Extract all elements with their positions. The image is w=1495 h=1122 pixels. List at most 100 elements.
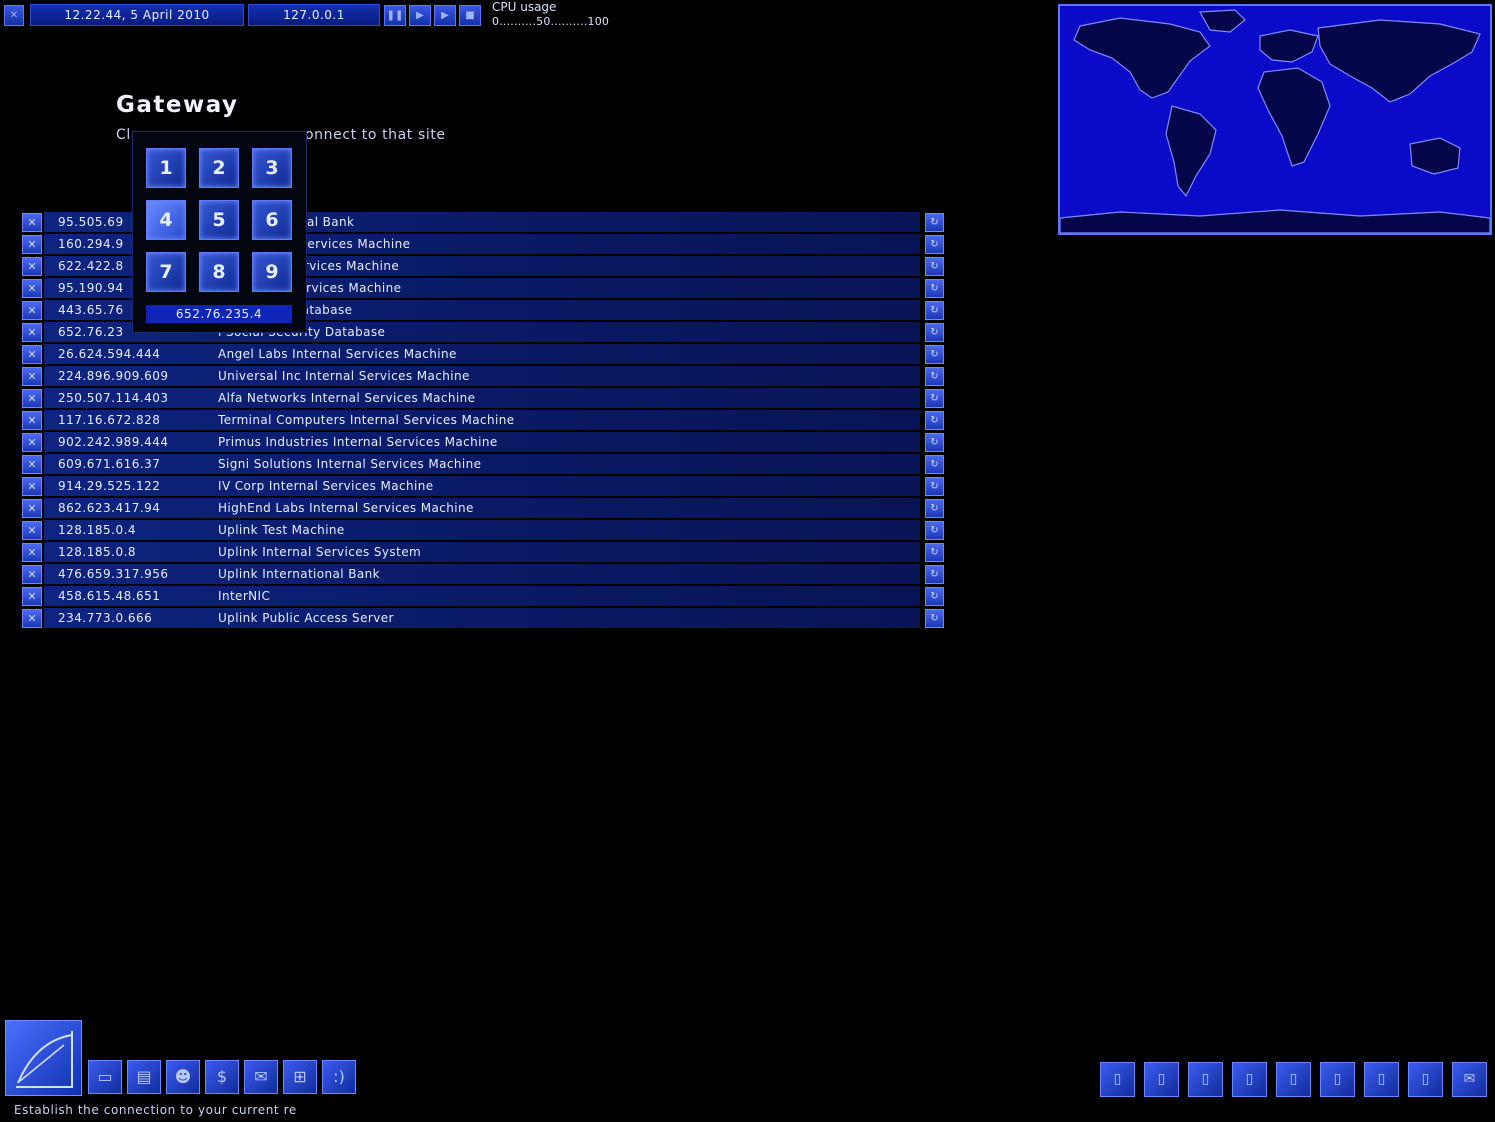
server-name[interactable]: Uplink Test Machine: [218, 523, 345, 537]
server-row[interactable]: ✕ 234.773.0.666 Uplink Public Access Serve…: [20, 607, 945, 629]
connect-icon[interactable]: ↻: [925, 477, 944, 496]
delete-link-icon[interactable]: ✕: [22, 587, 42, 606]
connect-icon[interactable]: ↻: [925, 543, 944, 562]
server-row[interactable]: ✕ 914.29.525.122 IV Corp Internal Services…: [20, 475, 945, 497]
server-row[interactable]: ✕ 862.623.417.94 HighEnd Labs Internal Ser…: [20, 497, 945, 519]
delete-link-icon[interactable]: ✕: [22, 279, 42, 298]
server-ip[interactable]: 862.623.417.94: [58, 501, 160, 515]
server-name[interactable]: Signi Solutions Internal Services Machin…: [218, 457, 481, 471]
server-name[interactable]: Terminal Computers Internal Services Mac…: [218, 413, 515, 427]
connect-icon[interactable]: ↻: [925, 433, 944, 452]
delete-link-icon[interactable]: ✕: [22, 323, 42, 342]
slot-5-icon[interactable]: ▯: [1276, 1062, 1311, 1097]
server-row[interactable]: ✕ 458.615.48.651 InterNIC ↻: [20, 585, 945, 607]
server-name[interactable]: HighEnd Labs Internal Services Machine: [218, 501, 474, 515]
delete-link-icon[interactable]: ✕: [22, 455, 42, 474]
slot-1-icon[interactable]: ▯: [1100, 1062, 1135, 1097]
connect-icon[interactable]: ↻: [925, 587, 944, 606]
server-row[interactable]: ✕ 117.16.672.828 Terminal Computers Intern…: [20, 409, 945, 431]
server-row-bar[interactable]: [44, 388, 920, 408]
connect-icon[interactable]: ↻: [925, 213, 944, 232]
hud-icon[interactable]: :): [322, 1060, 356, 1094]
slot-3-icon[interactable]: ▯: [1188, 1062, 1223, 1097]
delete-link-icon[interactable]: ✕: [22, 389, 42, 408]
connect-icon[interactable]: ↻: [925, 499, 944, 518]
delete-link-icon[interactable]: ✕: [22, 235, 42, 254]
server-row-bar[interactable]: [44, 476, 920, 496]
fast-forward-icon[interactable]: ▶: [434, 5, 456, 26]
connect-icon[interactable]: ↻: [925, 323, 944, 342]
server-ip[interactable]: 609.671.616.37: [58, 457, 160, 471]
connect-icon[interactable]: ↻: [925, 389, 944, 408]
server-ip[interactable]: 902.242.989.444: [58, 435, 169, 449]
server-ip[interactable]: 224.896.909.609: [58, 369, 169, 383]
server-ip[interactable]: 914.29.525.122: [58, 479, 160, 493]
delete-link-icon[interactable]: ✕: [22, 301, 42, 320]
delete-link-icon[interactable]: ✕: [22, 521, 42, 540]
server-ip[interactable]: 128.185.0.4: [58, 523, 136, 537]
keypad-key-3[interactable]: 3: [252, 148, 292, 188]
server-row-bar[interactable]: [44, 454, 920, 474]
keypad-key-2[interactable]: 2: [199, 148, 239, 188]
server-name[interactable]: Uplink International Bank: [218, 567, 380, 581]
connect-icon[interactable]: ↻: [925, 345, 944, 364]
server-ip[interactable]: 26.624.594.444: [58, 347, 160, 361]
server-name[interactable]: Uplink Internal Services System: [218, 545, 421, 559]
close-icon[interactable]: ✕: [4, 5, 24, 26]
email-icon[interactable]: ✉: [244, 1060, 278, 1094]
connect-icon[interactable]: ↻: [925, 521, 944, 540]
server-ip[interactable]: 652.76.23: [58, 325, 124, 339]
server-row-bar[interactable]: [44, 564, 920, 584]
server-row[interactable]: ✕ 902.242.989.444 Primus Industries Intern…: [20, 431, 945, 453]
localhost-ip-display[interactable]: 127.0.0.1: [248, 4, 380, 26]
keypad-key-9[interactable]: 9: [252, 252, 292, 292]
people-icon[interactable]: ☻: [166, 1060, 200, 1094]
connect-icon[interactable]: ↻: [925, 257, 944, 276]
connect-icon[interactable]: ↻: [925, 565, 944, 584]
delete-link-icon[interactable]: ✕: [22, 543, 42, 562]
delete-link-icon[interactable]: ✕: [22, 477, 42, 496]
gateway-main-icon[interactable]: [5, 1020, 82, 1096]
connect-icon[interactable]: ↻: [925, 455, 944, 474]
server-ip[interactable]: 128.185.0.8: [58, 545, 136, 559]
server-name[interactable]: Angel Labs Internal Services Machine: [218, 347, 457, 361]
computer-icon[interactable]: ▭: [88, 1060, 122, 1094]
mail-icon[interactable]: ✉: [1452, 1062, 1487, 1097]
server-name[interactable]: Alfa Networks Internal Services Machine: [218, 391, 475, 405]
server-ip[interactable]: 117.16.672.828: [58, 413, 160, 427]
keypad-key-4[interactable]: 4: [146, 200, 186, 240]
server-ip[interactable]: 234.773.0.666: [58, 611, 152, 625]
server-ip[interactable]: 622.422.8: [58, 259, 124, 273]
delete-link-icon[interactable]: ✕: [22, 345, 42, 364]
world-map[interactable]: [1058, 4, 1492, 235]
delete-link-icon[interactable]: ✕: [22, 433, 42, 452]
server-row[interactable]: ✕ 224.896.909.609 Universal Inc Internal S…: [20, 365, 945, 387]
connect-icon[interactable]: ↻: [925, 367, 944, 386]
server-ip[interactable]: 476.659.317.956: [58, 567, 169, 581]
server-row[interactable]: ✕ 609.671.616.37 Signi Solutions Internal …: [20, 453, 945, 475]
connect-icon[interactable]: ↻: [925, 301, 944, 320]
connect-icon[interactable]: ↻: [925, 279, 944, 298]
keypad-key-6[interactable]: 6: [252, 200, 292, 240]
connect-icon[interactable]: ↻: [925, 609, 944, 628]
server-row[interactable]: ✕ 476.659.317.956 Uplink International Ban…: [20, 563, 945, 585]
server-name[interactable]: IV Corp Internal Services Machine: [218, 479, 434, 493]
delete-link-icon[interactable]: ✕: [22, 609, 42, 628]
server-row[interactable]: ✕ 26.624.594.444 Angel Labs Internal Servi…: [20, 343, 945, 365]
keypad-key-7[interactable]: 7: [146, 252, 186, 292]
server-row-bar[interactable]: [44, 542, 920, 562]
server-row-bar[interactable]: [44, 520, 920, 540]
delete-link-icon[interactable]: ✕: [22, 213, 42, 232]
slot-2-icon[interactable]: ▯: [1144, 1062, 1179, 1097]
connect-icon[interactable]: ↻: [925, 235, 944, 254]
slot-7-icon[interactable]: ▯: [1364, 1062, 1399, 1097]
server-row[interactable]: ✕ 250.507.114.403 Alfa Networks Internal S…: [20, 387, 945, 409]
network-icon[interactable]: ⊞: [283, 1060, 317, 1094]
server-row-bar[interactable]: [44, 344, 920, 364]
server-name[interactable]: Uplink Public Access Server: [218, 611, 394, 625]
keypad-key-1[interactable]: 1: [146, 148, 186, 188]
server-name[interactable]: InterNIC: [218, 589, 270, 603]
slot-4-icon[interactable]: ▯: [1232, 1062, 1267, 1097]
server-name[interactable]: Primus Industries Internal Services Mach…: [218, 435, 498, 449]
server-ip[interactable]: 458.615.48.651: [58, 589, 160, 603]
